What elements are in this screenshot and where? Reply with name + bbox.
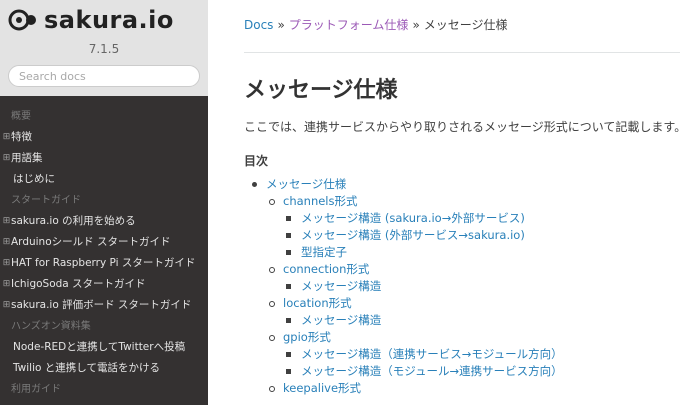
bullet-icon (269, 266, 275, 273)
toc-item: keepalive形式 (244, 380, 563, 397)
sidebar-item[interactable]: Twilio と連携して電話をかける (0, 358, 208, 379)
sakura-logo-icon (8, 9, 36, 31)
sidebar-item[interactable]: ⊞ sakura.io の利用を始める (0, 211, 208, 232)
toc-item: メッセージ構造（モジュール→連携サービス方向） (244, 363, 563, 380)
brand-name: sakura.io (44, 6, 174, 34)
page-title: メッセージ仕様 (244, 78, 398, 103)
bullet-icon (286, 369, 291, 374)
bullet-icon (269, 385, 275, 392)
toc-item: gpio形式 (244, 329, 563, 346)
toc-link[interactable]: gpio形式 (283, 329, 331, 346)
sidebar-item[interactable]: ⊞ HAT for Raspberry Pi スタートガイド (0, 253, 208, 274)
toc-link[interactable]: メッセージ構造 (外部サービス→sakura.io) (301, 227, 525, 244)
search-input[interactable] (8, 65, 200, 87)
bullet-icon (269, 334, 275, 341)
toc-item: メッセージ構造（連携サービス→モジュール方向） (244, 346, 563, 363)
expand-icon[interactable]: ⊞ (2, 295, 11, 316)
toc-link[interactable]: keepalive形式 (283, 380, 361, 397)
toc-item: メッセージ構造 (外部サービス→sakura.io) (244, 227, 563, 244)
toc-link[interactable]: メッセージ構造 (sakura.io→外部サービス) (301, 210, 525, 227)
sidebar-item-label: Twilio と連携して電話をかける (13, 362, 160, 374)
sidebar-item[interactable]: Node-REDと連携してTwitterへ投稿 (0, 337, 208, 358)
main-content: Docs» プラットフォーム仕様» メッセージ仕様 メッセージ仕様 ここでは、連携サ… (208, 0, 680, 405)
page-intro: ここでは、連携サービスからやり取りされるメッセージ形式について記載します。 (244, 120, 680, 134)
bullet-icon (269, 300, 275, 307)
expand-icon[interactable]: ⊞ (2, 148, 11, 169)
toc-item: メッセージ構造 (sakura.io→外部サービス) (244, 210, 563, 227)
bullet-icon (252, 182, 257, 187)
bullet-icon (286, 250, 291, 255)
bullet-icon (269, 198, 275, 205)
logo[interactable]: sakura.io (0, 6, 208, 34)
expand-icon[interactable]: ⊞ (2, 274, 11, 295)
sidebar-item[interactable]: ⊞ IchigoSoda スタートガイド (0, 274, 208, 295)
breadcrumb-current: メッセージ仕様 (423, 18, 508, 32)
sidebar-item[interactable]: ⊞ 用語集 (0, 148, 208, 169)
nav-caption: スタートガイド (11, 195, 81, 206)
sidebar-item-label: HAT for Raspberry Pi スタートガイド (11, 257, 196, 269)
toc-link[interactable]: メッセージ仕様 (266, 176, 346, 193)
sidebar-item-label: Node-REDと連携してTwitterへ投稿 (13, 341, 186, 353)
bullet-icon (286, 318, 291, 323)
toc-link[interactable]: メッセージ構造 (301, 312, 381, 329)
toc-link[interactable]: メッセージ構造（連携サービス→モジュール方向） (301, 346, 563, 363)
toc-link[interactable]: メッセージ構造 (301, 278, 381, 295)
toc-link[interactable]: 型指定子 (301, 244, 347, 261)
toc-link[interactable]: channels形式 (283, 193, 358, 210)
sidebar-item-label: 用語集 (11, 152, 43, 164)
toc-link[interactable]: location形式 (283, 295, 352, 312)
version-label: 7.1.5 (88, 42, 120, 56)
bullet-icon (286, 284, 291, 289)
toc-item: 型指定子 (244, 244, 563, 261)
table-of-contents: メッセージ仕様 channels形式 メッセージ構造 (sakura.io→外部サー… (244, 176, 563, 397)
sidebar-item-label: sakura.io 評価ボード スタートガイド (11, 299, 192, 311)
expand-icon[interactable]: ⊞ (2, 232, 11, 253)
sidebar-item[interactable]: ⊞ Arduinoシールド スタートガイド (0, 232, 208, 253)
toc-item: connection形式 (244, 261, 563, 278)
sidebar: sakura.io 7.1.5 概要⊞特徴⊞用語集はじめにスタートガイド⊞sak… (0, 0, 208, 405)
nav-caption: 利用ガイド (11, 384, 61, 395)
sidebar-item-label: はじめに (13, 173, 55, 185)
expand-icon[interactable]: ⊞ (2, 253, 11, 274)
breadcrumb-separator: » (412, 18, 420, 32)
toc-item: メッセージ構造 (244, 312, 563, 329)
breadcrumb: Docs» プラットフォーム仕様» メッセージ仕様 (244, 16, 508, 33)
breadcrumb-parent-link[interactable]: プラットフォーム仕様 (289, 18, 409, 32)
breadcrumb-separator: » (277, 18, 285, 32)
sidebar-item-label: Arduinoシールド スタートガイド (11, 236, 171, 248)
toc-link[interactable]: connection形式 (283, 261, 369, 278)
toc-item: メッセージ仕様 (244, 176, 563, 193)
toc-title: 目次 (244, 154, 269, 168)
bullet-icon (286, 216, 291, 221)
toc-item: location形式 (244, 295, 563, 312)
sidebar-item[interactable]: ⊞ 特徴 (0, 127, 208, 148)
divider (244, 52, 680, 53)
expand-icon[interactable]: ⊞ (2, 211, 11, 232)
toc-item: メッセージ構造 (244, 278, 563, 295)
sidebar-header: sakura.io 7.1.5 (0, 0, 208, 96)
bullet-icon (286, 233, 291, 238)
sidebar-item[interactable]: ⊞ sakura.io 評価ボード スタートガイド (0, 295, 208, 316)
toc-item: channels形式 (244, 193, 563, 210)
sidebar-item-label: IchigoSoda スタートガイド (11, 278, 146, 290)
toc-link[interactable]: メッセージ構造（モジュール→連携サービス方向） (301, 363, 563, 380)
expand-icon[interactable]: ⊞ (2, 127, 11, 148)
sidebar-item[interactable]: はじめに (0, 169, 208, 190)
breadcrumb-docs-link[interactable]: Docs (244, 18, 273, 32)
nav-caption: ハンズオン資料集 (11, 321, 91, 332)
sidebar-item-label: 特徴 (11, 131, 32, 143)
bullet-icon (286, 352, 291, 357)
nav-caption: 概要 (11, 111, 31, 122)
sidebar-item-label: sakura.io の利用を始める (11, 215, 136, 227)
sidebar-nav: 概要 ⊞ 特徴 ⊞ 用語集 はじめに スタートガイド ⊞ sakura.io の利用を始める ⊞ A… (0, 96, 208, 400)
